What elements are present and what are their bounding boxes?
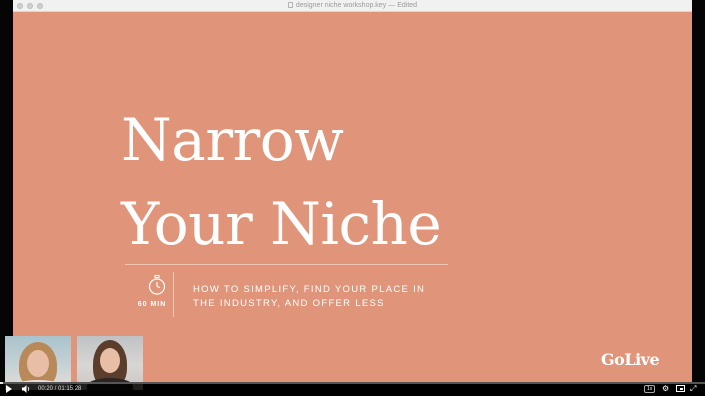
guest-face [100, 348, 120, 373]
fullscreen-icon[interactable]: ⤢ [690, 384, 696, 394]
volume-glyph [22, 385, 30, 393]
slide-title-line-1: Narrow [121, 106, 344, 174]
window-title-text: designer niche workshop.key [295, 2, 387, 9]
subtitle-line-2: THE INDUSTRY, AND OFFER LESS [193, 298, 385, 309]
playback-speed-button[interactable]: 1x [644, 385, 656, 393]
volume-icon[interactable] [22, 385, 31, 396]
horizontal-divider [125, 264, 448, 265]
subtitle-line-1: HOW TO SIMPLIFY, FIND YOUR PLACE IN [193, 284, 426, 295]
host-face [27, 350, 49, 377]
video-frame: designer niche workshop.key — Edited Narro… [0, 0, 705, 396]
duration-label: 60 MIN [137, 301, 167, 308]
progress-fill [0, 382, 3, 384]
stopwatch-icon [148, 275, 166, 295]
slide-subtitle: HOW TO SIMPLIFY, FIND YOUR PLACE IN THE … [193, 283, 463, 311]
window-titlebar: designer niche workshop.key — Edited [13, 0, 692, 12]
progress-bar[interactable] [0, 382, 705, 384]
duration-block: 60 MIN [135, 275, 179, 308]
window-title: designer niche workshop.key — Edited [13, 1, 692, 11]
golive-logo: GoLive [601, 350, 660, 369]
window-title-separator: — [388, 2, 396, 9]
gear-icon[interactable]: ⚙ [662, 384, 669, 394]
picture-in-picture-icon[interactable] [676, 385, 685, 392]
slide-title-line-2: Your Niche [121, 190, 442, 258]
slide-title: Narrow Your Niche [121, 98, 442, 266]
time-display: 00:20 / 01:15:28 [38, 386, 82, 392]
window-status: Edited [397, 2, 418, 9]
keynote-window: designer niche workshop.key — Edited Narro… [13, 0, 692, 384]
video-controls: 00:20 / 01:15:28 1x ⚙ ⤢ [0, 382, 705, 396]
play-icon[interactable] [6, 385, 12, 393]
document-icon [287, 2, 293, 8]
